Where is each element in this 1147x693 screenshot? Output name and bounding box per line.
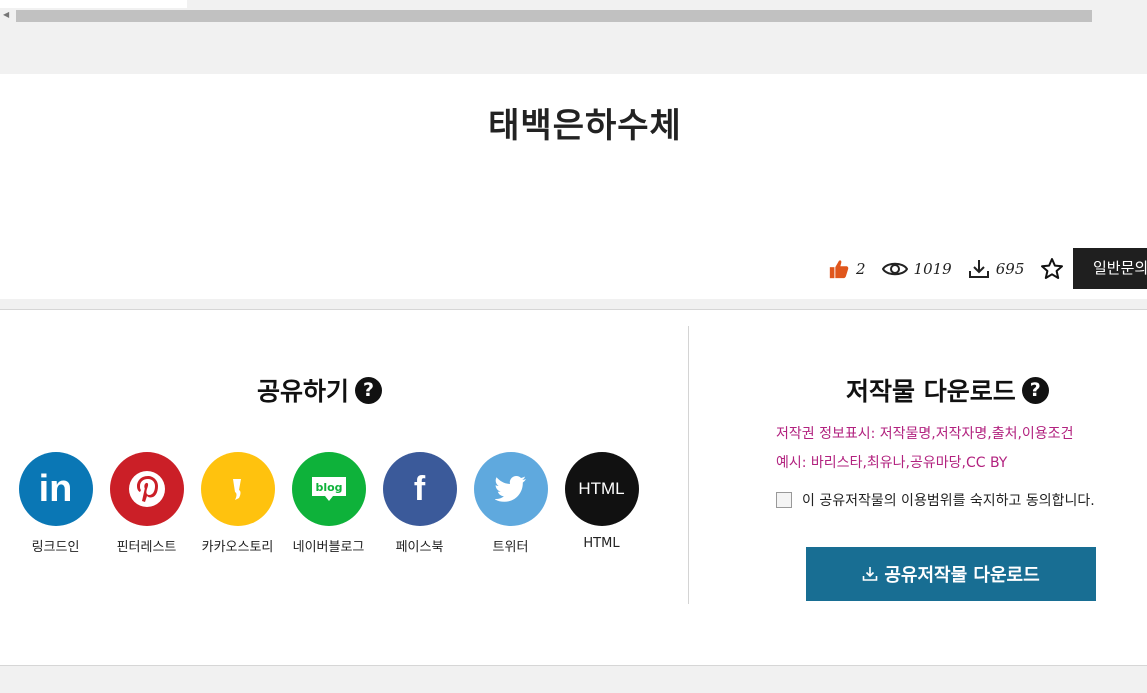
scrollbar-track-edge (0, 0, 187, 8)
share-download-card: 공유하기 ? in 링크드인 핀터레스트 카카오스토리 blog 네이버블로그 … (0, 310, 1147, 665)
eye-icon (881, 262, 908, 276)
share-help-icon[interactable]: ? (355, 376, 383, 404)
stats-bar: 2 1019 695 (828, 248, 1074, 290)
copyright-notice-format: 저작권 정보표시: 저작물명,저작자명,출처,이용조건 (776, 426, 1074, 442)
linkedin-icon: in (18, 452, 93, 526)
like-stat[interactable]: 2 (828, 258, 866, 280)
share-label-facebook: 페이스북 (395, 540, 444, 555)
download-title-text: 저작물 다운로드 (846, 377, 1016, 406)
copyright-notice-example: 예시: 바리스타,최유나,공유마당,CC BY (776, 455, 1008, 471)
html-icon: HTML (564, 452, 639, 526)
twitter-icon (473, 452, 548, 526)
share-title-text: 공유하기 (257, 377, 350, 406)
horizontal-scrollbar[interactable]: ◀ (0, 0, 1147, 74)
share-html-button[interactable]: HTML HTML (556, 452, 647, 555)
share-section-title: 공유하기 ? (257, 372, 383, 408)
naver-blog-icon: blog (291, 452, 366, 526)
facebook-icon: f (382, 452, 457, 526)
vertical-divider (688, 326, 689, 604)
general-inquiry-button[interactable]: 일반문의 (1073, 248, 1147, 289)
section-divider-bottom (0, 665, 1147, 666)
like-count: 2 (856, 260, 866, 278)
share-label-naver-blog: 네이버블로그 (292, 540, 365, 555)
star-icon (1041, 258, 1064, 279)
download-section-title: 저작물 다운로드 ? (846, 372, 1049, 408)
share-pinterest-button[interactable]: 핀터레스트 (101, 452, 192, 555)
download-icon (968, 260, 989, 278)
download-button[interactable]: 공유저작물 다운로드 (806, 547, 1096, 601)
scrollbar-thumb[interactable] (16, 10, 1092, 22)
share-label-html: HTML (583, 536, 620, 551)
download-stat: 695 (968, 259, 1025, 279)
share-facebook-button[interactable]: f 페이스북 (374, 452, 465, 555)
view-stat: 1019 (881, 260, 952, 278)
pinterest-icon (109, 452, 184, 526)
agree-terms-row[interactable]: 이 공유저작물의 이용범위를 숙지하고 동의합니다. (776, 490, 1095, 510)
share-twitter-button[interactable]: 트위터 (465, 452, 556, 555)
agree-checkbox[interactable] (776, 492, 792, 508)
share-naver-blog-button[interactable]: blog 네이버블로그 (283, 452, 374, 555)
page-title: 태백은하수체 (488, 106, 682, 146)
share-kakaostory-button[interactable]: 카카오스토리 (192, 452, 283, 555)
svg-text:blog: blog (315, 481, 342, 494)
share-label-twitter: 트위터 (492, 540, 529, 555)
scroll-left-arrow-icon[interactable]: ◀ (3, 10, 9, 20)
share-linkedin-button[interactable]: in 링크드인 (10, 452, 101, 555)
download-button-label: 공유저작물 다운로드 (884, 565, 1040, 586)
download-help-icon[interactable]: ? (1021, 376, 1049, 404)
view-count: 1019 (913, 260, 952, 278)
kakaostory-icon (200, 452, 275, 526)
share-label-kakaostory: 카카오스토리 (201, 540, 274, 555)
agree-label: 이 공유저작물의 이용범위를 숙지하고 동의합니다. (802, 493, 1095, 509)
download-icon (863, 567, 878, 581)
favorite-button[interactable] (1040, 257, 1064, 281)
share-button-list: in 링크드인 핀터레스트 카카오스토리 blog 네이버블로그 f 페이스북 … (10, 452, 647, 555)
download-count: 695 (995, 260, 1025, 278)
share-label-linkedin: 링크드인 (31, 540, 80, 555)
work-header-card: 태백은하수체 2 1019 695 일반문의 (0, 74, 1147, 299)
share-label-pinterest: 핀터레스트 (116, 540, 177, 555)
thumbs-up-icon (829, 260, 849, 279)
